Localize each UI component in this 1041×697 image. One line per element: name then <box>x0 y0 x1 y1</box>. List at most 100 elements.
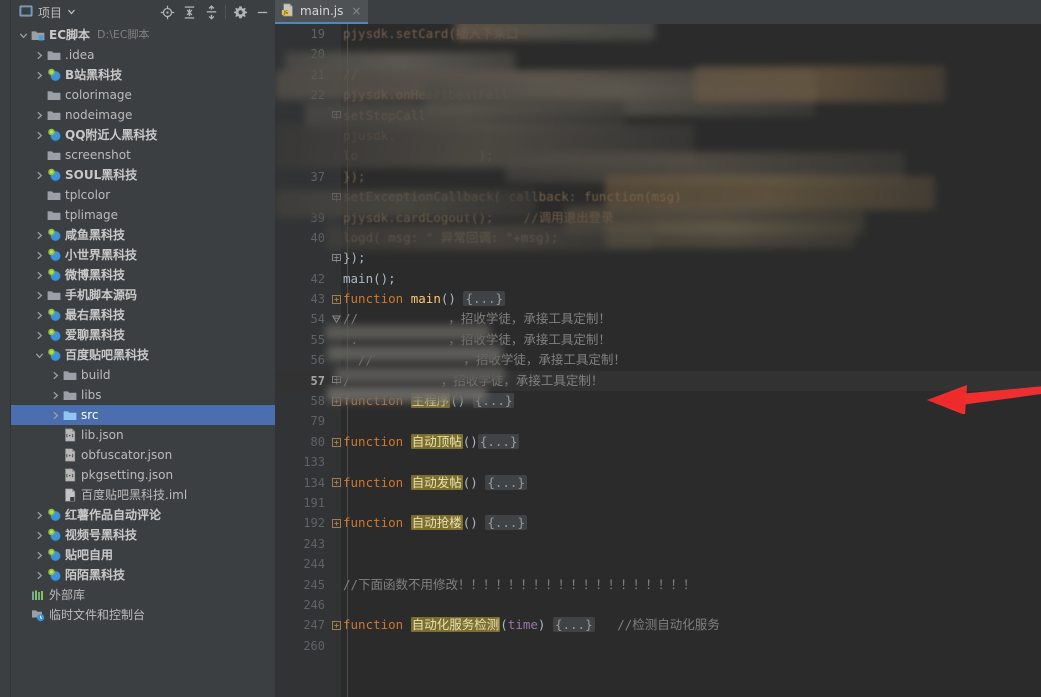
tree-item-row[interactable]: 贴吧自用 <box>11 545 275 565</box>
code-line[interactable]: 22pjysdk.onHeartbeatFail <box>275 85 1041 105</box>
tree-item-row[interactable]: nodeimage <box>11 105 275 125</box>
code-fold-down-icon[interactable] <box>331 309 342 329</box>
chevron-right-icon[interactable] <box>33 325 45 345</box>
chevron-right-icon[interactable] <box>33 565 45 585</box>
code-line[interactable]: 133 <box>275 452 1041 472</box>
tree-item-row[interactable]: pkgsetting.json <box>11 465 275 485</box>
code-line[interactable]: 245//下面函数不用修改！！！！！！！！！！！！！！！！！！！ <box>275 575 1041 595</box>
tree-item-row[interactable]: obfuscator.json <box>11 445 275 465</box>
chevron-right-icon[interactable] <box>33 165 45 185</box>
tree-item-row[interactable]: B站黑科技 <box>11 65 275 85</box>
code-fold-plus-icon[interactable] <box>331 615 342 635</box>
chevron-right-icon[interactable] <box>49 405 61 425</box>
chevron-right-icon[interactable] <box>33 505 45 525</box>
tree-item-row[interactable]: EC脚本D:\EC脚本 <box>11 25 275 45</box>
tree-item-row[interactable]: QQ附近人黑科技 <box>11 125 275 145</box>
project-tree[interactable]: EC脚本D:\EC脚本.ideaB站黑科技colorimagenodeimage… <box>11 24 275 697</box>
code-line[interactable]: 39pjysdk.cardLogout(); //调用退出登录 <box>275 208 1041 228</box>
code-line[interactable]: 247function 自动化服务检测(time) {...} //检测自动化服… <box>275 615 1041 635</box>
code-line[interactable]: 58function 主程序() {...} <box>275 391 1041 411</box>
tree-item-row[interactable]: 小世界黑科技 <box>11 245 275 265</box>
code-line[interactable]: }); <box>275 248 1041 268</box>
code-fold-minus-icon[interactable] <box>331 187 342 207</box>
code-line[interactable]: 134function 自动发帖() {...} <box>275 473 1041 493</box>
chevron-down-icon[interactable] <box>17 25 29 45</box>
tree-item-row[interactable]: lib.json <box>11 425 275 445</box>
expand-all-icon[interactable] <box>178 1 200 23</box>
code-line[interactable]: 42main(); <box>275 269 1041 289</box>
tree-item-row[interactable]: 临时文件和控制台 <box>11 605 275 625</box>
chevron-right-icon[interactable] <box>33 245 45 265</box>
code-canvas[interactable]: 19pjysdk.setCard(插入下乘口2021//22pjysdk.onH… <box>275 24 1041 697</box>
code-line[interactable]: 80function 自动顶帖(){...} <box>275 432 1041 452</box>
tree-item-row[interactable]: 咸鱼黑科技 <box>11 225 275 245</box>
chevron-right-icon[interactable] <box>33 125 45 145</box>
chevron-right-icon[interactable] <box>49 385 61 405</box>
chevron-right-icon[interactable] <box>33 105 45 125</box>
code-line[interactable]: 55 .xxxxxxxxxxxx，招收学徒，承接工具定制！ <box>275 330 1041 350</box>
tree-item-row[interactable]: 微博黑科技 <box>11 265 275 285</box>
code-line[interactable]: 43function main() {...} <box>275 289 1041 309</box>
code-line[interactable]: 21// <box>275 65 1041 85</box>
tree-item-row[interactable]: build <box>11 365 275 385</box>
chevron-right-icon[interactable] <box>33 265 45 285</box>
code-line[interactable]: lo ); <box>275 146 1041 166</box>
code-content[interactable]: 19pjysdk.setCard(插入下乘口2021//22pjysdk.onH… <box>275 24 1041 697</box>
tree-item-row[interactable]: screenshot <box>11 145 275 165</box>
tree-item-row[interactable]: 视频号黑科技 <box>11 525 275 545</box>
project-panel-title[interactable]: 项目 <box>13 0 80 24</box>
tree-item-row[interactable]: 陌陌黑科技 <box>11 565 275 585</box>
chevron-right-icon[interactable] <box>33 65 45 85</box>
chevron-right-icon[interactable] <box>33 305 45 325</box>
chevron-right-icon[interactable] <box>33 545 45 565</box>
code-line[interactable]: 260 <box>275 636 1041 656</box>
code-line[interactable]: 40logd( msg: " 异常回调: "+msg); <box>275 228 1041 248</box>
chevron-right-icon[interactable] <box>49 365 61 385</box>
code-fold-plus-icon[interactable] <box>331 513 342 533</box>
tree-item-row[interactable]: 百度贴吧黑科技 <box>11 345 275 365</box>
collapse-all-icon[interactable] <box>200 1 222 23</box>
code-fold-minus-icon[interactable] <box>331 106 342 126</box>
tree-item-row[interactable]: 爱聊黑科技 <box>11 325 275 345</box>
tree-item-row[interactable]: SOUL黑科技 <box>11 165 275 185</box>
code-line[interactable]: pjusdk. <box>275 126 1041 146</box>
chevron-right-icon[interactable] <box>33 285 45 305</box>
code-line[interactable]: 19pjysdk.setCard(插入下乘口 <box>275 24 1041 44</box>
tree-item-row[interactable]: 外部库 <box>11 585 275 605</box>
code-fold-minus-icon[interactable] <box>331 248 342 268</box>
settings-gear-icon[interactable] <box>229 1 251 23</box>
locate-in-tree-icon[interactable] <box>156 1 178 23</box>
chevron-down-icon[interactable] <box>33 345 45 365</box>
code-line[interactable]: setExceptionCallback( callback: function… <box>275 187 1041 207</box>
tree-item-row[interactable]: 百度贴吧黑科技.iml <box>11 485 275 505</box>
tree-item-row[interactable]: 最右黑科技 <box>11 305 275 325</box>
code-line[interactable]: 244 <box>275 554 1041 574</box>
tree-item-row[interactable]: 手机脚本源码 <box>11 285 275 305</box>
chevron-right-icon[interactable] <box>33 525 45 545</box>
code-line[interactable]: 191 <box>275 493 1041 513</box>
code-line[interactable]: 37}); <box>275 167 1041 187</box>
tree-item-row[interactable]: 红薯作品自动评论 <box>11 505 275 525</box>
code-line[interactable]: 79 <box>275 411 1041 431</box>
minimize-icon[interactable] <box>251 1 273 23</box>
code-fold-plus-icon[interactable] <box>331 473 342 493</box>
tree-item-row[interactable]: colorimage <box>11 85 275 105</box>
tree-item-row[interactable]: tplimage <box>11 205 275 225</box>
close-icon[interactable]: × <box>351 4 361 18</box>
code-fold-plus-icon[interactable] <box>331 289 342 309</box>
code-line[interactable]: 57/xxxxxxxxxxxx，招收学徒，承接工具定制！ <box>275 371 1041 391</box>
chevron-right-icon[interactable] <box>33 225 45 245</box>
code-line[interactable]: 243 <box>275 534 1041 554</box>
code-line[interactable]: setStopCall <box>275 106 1041 126</box>
code-line[interactable]: 56 //xxxxxxxxxxxx，招收学徒，承接工具定制！ <box>275 350 1041 370</box>
tree-item-row[interactable]: libs <box>11 385 275 405</box>
tree-item-row[interactable]: .idea <box>11 45 275 65</box>
chevron-down-icon[interactable] <box>67 5 76 19</box>
editor-tab-main-js[interactable]: JS main.js × <box>275 0 368 24</box>
tree-item-row[interactable]: tplcolor <box>11 185 275 205</box>
code-line[interactable]: 192function 自动抢楼() {...} <box>275 513 1041 533</box>
chevron-right-icon[interactable] <box>33 45 45 65</box>
code-line[interactable]: 246 <box>275 595 1041 615</box>
tree-item-selected[interactable]: src <box>11 405 275 425</box>
code-fold-minus-icon[interactable] <box>331 371 342 391</box>
